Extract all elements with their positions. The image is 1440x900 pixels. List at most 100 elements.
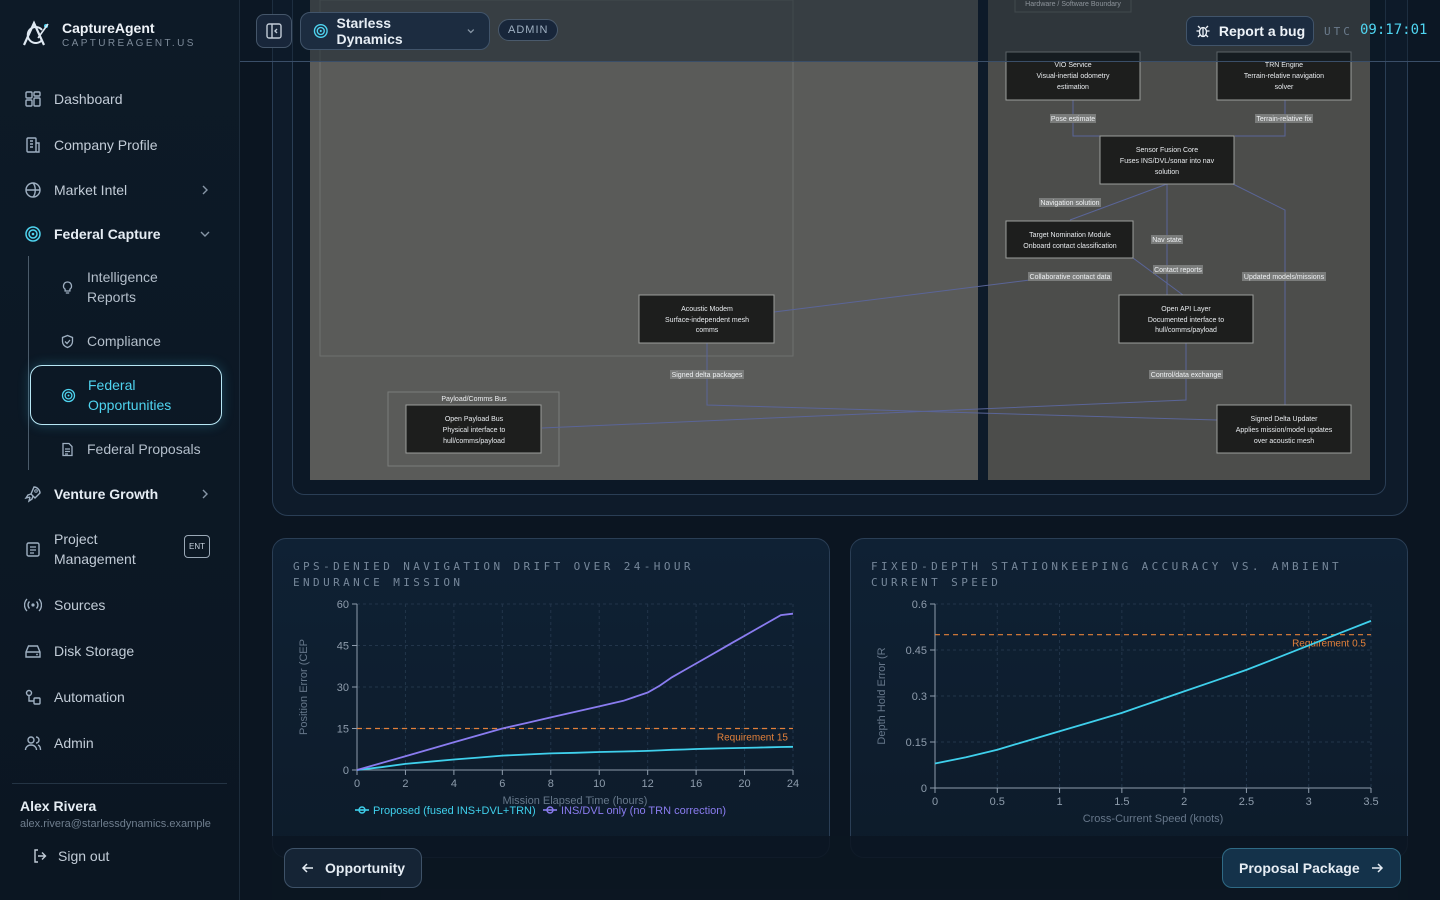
svg-text:Applies mission/model updates: Applies mission/model updates — [1236, 427, 1333, 434]
sidebar-item-sources[interactable]: Sources — [12, 585, 224, 625]
svg-text:Fuses INS/DVL/sonar into nav: Fuses INS/DVL/sonar into nav — [1120, 158, 1215, 165]
arrow-right-icon — [1371, 863, 1383, 873]
sidebar-item-dashboard[interactable]: Dashboard — [12, 79, 224, 119]
sidebar-subitem-federal-opportunities[interactable]: Federal Opportunities — [30, 365, 222, 425]
y-tick-label: 45 — [337, 641, 349, 653]
svg-text:Documented interface to: Documented interface to — [1148, 317, 1224, 324]
rocket-icon — [24, 486, 41, 503]
svg-text:comms: comms — [696, 327, 719, 334]
shield-icon — [61, 334, 74, 348]
sidebar-item-company-profile[interactable]: Company Profile — [12, 125, 224, 165]
lightbulb-icon — [62, 280, 73, 294]
svg-text:Nav state: Nav state — [1152, 237, 1182, 244]
report-bug-button[interactable]: Report a bug — [1186, 16, 1314, 46]
broadcast-icon — [24, 598, 42, 612]
requirement-label: Requirement 15 — [717, 733, 789, 744]
legend-label-2: INS/DVL only (no TRN correction) — [561, 805, 726, 817]
legend-label-1: Proposed (fused INS+DVL+TRN) — [373, 805, 536, 817]
svg-text:hull/comms/payload: hull/comms/payload — [1155, 327, 1217, 334]
y-tick-label: 0 — [921, 783, 927, 795]
captureagent-logo-icon — [22, 20, 49, 46]
stationkeeping-chart: 0 0.5 1 1.5 2 2.5 3 3.500.150.30.450.6Requireme… — [876, 599, 1379, 825]
sidebar-item-disk-storage[interactable]: Disk Storage — [12, 631, 224, 671]
x-tick-label: 24 — [787, 778, 799, 790]
sidebar-item-admin[interactable]: Admin — [12, 723, 224, 763]
arrow-left-icon — [301, 863, 313, 873]
svg-text:estimation: estimation — [1057, 84, 1089, 91]
svg-text:Open API Layer: Open API Layer — [1161, 306, 1211, 313]
x-tick-label: 0 — [932, 796, 938, 808]
chevron-right-icon — [202, 185, 208, 195]
svg-text:Navigation solution: Navigation solution — [1040, 200, 1099, 207]
sidebar-item-label: Venture Growth — [54, 486, 159, 502]
ent-badge: ENT — [184, 535, 210, 558]
sidebar-item-market-intel[interactable]: Market Intel — [12, 170, 224, 210]
y-tick-label: 0 — [343, 765, 349, 777]
series-line-1 — [356, 745, 794, 771]
x-tick-label: 2.5 — [1239, 796, 1254, 808]
sidebar-subitem-intelligence-reports[interactable]: Intelligence Reports — [48, 267, 222, 307]
svg-text:TRN Engine: TRN Engine — [1265, 62, 1303, 69]
y-tick-label: 60 — [337, 599, 349, 611]
sidebar-item-federal-capture[interactable]: Federal Capture — [12, 214, 224, 254]
x-tick-label: 1.5 — [1114, 796, 1129, 808]
sidebar-item-label: Dashboard — [54, 91, 123, 107]
top-bar: Starless Dynamics ADMIN Report a bug UTC… — [240, 0, 1440, 62]
subitem-label: Federal Proposals — [87, 441, 201, 457]
user-name: Alex Rivera — [20, 798, 97, 814]
organization-selector[interactable]: Starless Dynamics — [300, 12, 490, 50]
target-icon — [313, 24, 328, 38]
sidebar-subitem-compliance[interactable]: Compliance — [48, 331, 222, 351]
svg-text:Signed Delta Updater: Signed Delta Updater — [1251, 416, 1319, 423]
sidebar-toggle-button[interactable] — [256, 14, 292, 48]
navigation-drift-chart: 0 2 4 6 8 10 12 16 20 24015304560Requirement 15Mi… — [298, 599, 799, 817]
subitem-label: Intelligence Reports — [87, 269, 158, 305]
svg-text:over acoustic mesh: over acoustic mesh — [1254, 438, 1314, 445]
workflow-icon — [25, 689, 41, 705]
x-tick-label: 8 — [548, 778, 554, 790]
node-modem: Acoustic Modem Surface-independent mesh … — [638, 294, 775, 344]
x-tick-label: 16 — [690, 778, 702, 790]
chevron-down-icon — [467, 29, 475, 34]
report-bug-label: Report a bug — [1218, 23, 1306, 39]
svg-text:Control/data exchange: Control/data exchange — [1151, 372, 1222, 379]
x-tick-label: 2 — [1181, 796, 1187, 808]
utc-label: UTC — [1324, 25, 1353, 38]
x-tick-label: 3.5 — [1363, 796, 1378, 808]
brand[interactable]: CaptureAgent CAPTUREAGENT.US — [20, 18, 196, 50]
sidebar-subitem-federal-proposals[interactable]: Federal Proposals — [48, 439, 222, 459]
organization-name: Starless Dynamics — [336, 15, 403, 47]
sidebar-item-label: Project Management — [54, 531, 136, 567]
svg-text:solver: solver — [1275, 84, 1294, 91]
svg-text:Physical interface to: Physical interface to — [443, 427, 506, 434]
main-content: Hardware / Software Boundary Payload/Com… — [240, 0, 1440, 900]
next-proposal-package-button[interactable]: Proposal Package — [1222, 848, 1401, 888]
sidebar-item-label: Sources — [54, 597, 106, 613]
svg-text:Terrain-relative fix: Terrain-relative fix — [1256, 116, 1312, 123]
sidebar-item-automation[interactable]: Automation — [12, 677, 224, 717]
utc-clock: 09:17:01 — [1360, 22, 1428, 38]
target-icon — [25, 226, 41, 242]
sidebar-item-venture-growth[interactable]: Venture Growth — [12, 474, 224, 514]
svg-text:Target Nomination Module: Target Nomination Module — [1029, 232, 1111, 239]
back-label: Opportunity — [325, 860, 406, 876]
x-axis-label: Cross-Current Speed (knots) — [1083, 813, 1224, 825]
sidebar-divider — [12, 783, 227, 784]
y-tick-label: 15 — [337, 724, 349, 736]
sidebar-item-label: Federal Capture — [54, 226, 161, 242]
architecture-diagram: Hardware / Software Boundary Payload/Com… — [310, 0, 1370, 480]
sidebar-item-label: Automation — [54, 689, 125, 705]
svg-text:VIO Service: VIO Service — [1054, 62, 1091, 69]
back-opportunity-button[interactable]: Opportunity — [284, 848, 423, 888]
svg-text:Onboard contact classification: Onboard contact classification — [1023, 243, 1116, 250]
sidebar-item-label: Admin — [54, 735, 94, 751]
chart-card-navigation-drift: GPS-DENIED NAVIGATION DRIFT OVER 24-HOUR… — [272, 538, 830, 858]
sidebar: CaptureAgent CAPTUREAGENT.US Dashboard C… — [0, 0, 240, 900]
sidebar-item-project-management[interactable]: Project Management ENT — [12, 528, 224, 570]
bug-icon — [1196, 25, 1210, 38]
y-tick-label: 0.3 — [912, 691, 927, 703]
architecture-diagram-svg: Hardware / Software Boundary Payload/Com… — [319, 0, 1370, 480]
sign-out-button[interactable]: Sign out — [32, 848, 109, 864]
node-api: Open API Layer Documented interface to h… — [1118, 294, 1254, 344]
sidebar-item-label: Disk Storage — [54, 643, 135, 659]
